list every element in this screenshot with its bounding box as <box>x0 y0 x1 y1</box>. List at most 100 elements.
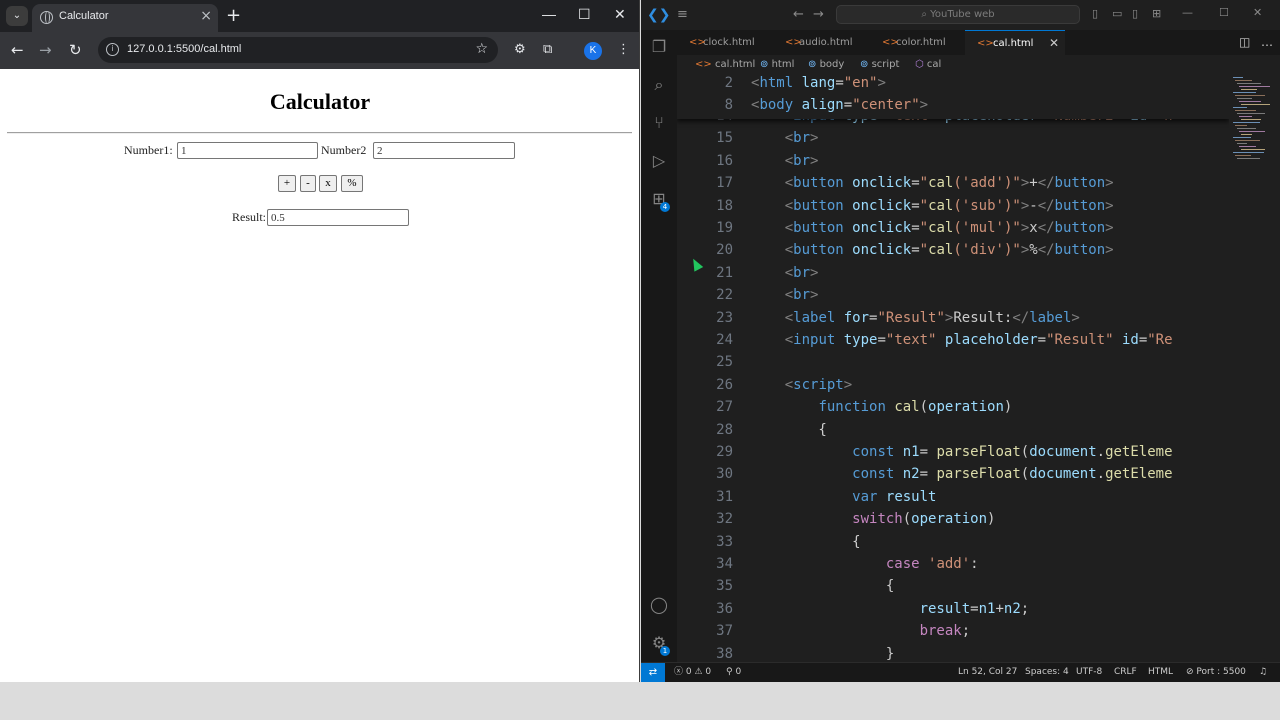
code-line[interactable]: { <box>751 534 860 550</box>
extension-gear-icon[interactable]: ⚙ <box>514 42 526 57</box>
code-line[interactable]: <script> <box>751 377 852 393</box>
menu-kebab-icon[interactable]: ⋮ <box>617 42 630 57</box>
browser-tab-title: Calculator <box>59 10 109 22</box>
breadcrumb-body[interactable]: ⊚ body <box>808 55 844 75</box>
code-line[interactable]: <html lang="en"> <box>751 75 886 91</box>
tab-color-html[interactable]: <> color.html <box>882 30 946 55</box>
vscode-logo-icon: ❮❯ <box>647 7 671 23</box>
sticky-scroll-header[interactable]: 2 <html lang="en"> 8 <body align="center"> <box>677 75 1229 119</box>
vscode-maximize-icon[interactable]: ☐ <box>1219 6 1229 19</box>
code-line[interactable]: <button onclick="cal('sub')">-</button> <box>751 198 1114 214</box>
nav-back-icon[interactable]: ← <box>793 7 804 22</box>
customize-layout-icon[interactable]: ⊞ <box>1152 7 1161 20</box>
tab-search-button[interactable]: ⌄ <box>6 6 28 26</box>
language-mode[interactable]: HTML <box>1148 663 1173 682</box>
code-line[interactable]: { <box>751 422 826 438</box>
code-line[interactable]: const n2= parseFloat(document.getEleme <box>751 466 1172 482</box>
subtract-button[interactable]: - <box>300 175 316 192</box>
code-line[interactable]: case 'add': <box>751 556 979 572</box>
maximize-icon[interactable]: ☐ <box>578 6 591 23</box>
minimap[interactable] <box>1229 75 1280 662</box>
close-window-icon[interactable]: ✕ <box>614 6 626 23</box>
new-tab-button[interactable]: + <box>226 5 241 26</box>
source-control-icon[interactable]: ⑂ <box>650 114 668 132</box>
live-server-port[interactable]: ⊘ Port : 5500 <box>1186 663 1246 682</box>
line-number: 25 <box>716 354 733 371</box>
remote-indicator-icon[interactable]: ⇄ <box>641 663 665 682</box>
back-icon[interactable]: ← <box>11 41 24 59</box>
end-of-line[interactable]: CRLF <box>1114 663 1137 682</box>
reload-icon[interactable]: ↻ <box>69 41 82 59</box>
code-line[interactable]: function cal(operation) <box>751 399 1012 415</box>
tab-audio-html[interactable]: <> audio.html <box>785 30 853 55</box>
run-debug-icon[interactable]: ▷ <box>650 152 668 170</box>
indentation[interactable]: Spaces: 4 <box>1025 663 1069 682</box>
number2-label: Number2 <box>321 143 367 157</box>
cursor-position[interactable]: Ln 52, Col 27 <box>958 663 1017 682</box>
number2-input[interactable] <box>373 142 515 159</box>
minimap-line <box>1235 95 1265 96</box>
code-line[interactable]: <br> <box>751 265 819 281</box>
toggle-secondary-sidebar-icon[interactable]: ▯ <box>1132 7 1138 20</box>
multiply-button[interactable]: x <box>319 175 337 192</box>
encoding[interactable]: UTF-8 <box>1076 663 1102 682</box>
accounts-icon[interactable]: ◯ <box>650 596 668 614</box>
breadcrumb-html[interactable]: ⊚ html <box>760 55 794 75</box>
profile-avatar[interactable]: K <box>584 42 602 60</box>
result-input[interactable] <box>267 209 409 226</box>
code-line[interactable]: <body align="center"> <box>751 97 928 113</box>
code-line[interactable]: <br> <box>751 287 819 303</box>
code-line[interactable]: result=n1+n2; <box>751 601 1030 617</box>
hamburger-menu-icon[interactable]: ≡ <box>677 7 688 22</box>
forward-icon[interactable]: → <box>39 41 52 59</box>
address-url[interactable]: 127.0.0.1:5500/cal.html <box>127 43 241 55</box>
notifications-bell-icon[interactable]: ♫ <box>1259 663 1267 682</box>
minimap-line <box>1235 140 1260 141</box>
toggle-panel-icon[interactable]: ▭ <box>1112 7 1122 20</box>
close-tab-icon[interactable]: ✕ <box>1049 31 1059 56</box>
address-bar[interactable]: i 127.0.0.1:5500/cal.html ☆ <box>98 37 498 63</box>
code-line[interactable]: switch(operation) <box>751 511 995 527</box>
code-line[interactable]: <button onclick="cal('add')">+</button> <box>751 175 1114 191</box>
more-actions-icon[interactable]: … <box>1261 35 1273 49</box>
ports-indicator[interactable]: ⚲ 0 <box>726 663 741 682</box>
code-line[interactable]: const n1= parseFloat(document.getEleme <box>751 444 1172 460</box>
close-tab-icon[interactable]: × <box>200 8 212 24</box>
code-line[interactable]: <input type="text" placeholder="Result" … <box>751 332 1173 348</box>
number1-input[interactable] <box>177 142 318 159</box>
code-line[interactable]: { <box>751 578 894 594</box>
explorer-icon[interactable]: ❐ <box>650 38 668 56</box>
html-file-icon: <> <box>882 37 899 48</box>
code-line[interactable]: } <box>751 646 894 662</box>
tab-clock-html[interactable]: <> clock.html <box>689 30 755 55</box>
command-center-search[interactable]: ⌕ YouTube web <box>836 5 1080 24</box>
code-line[interactable]: <button onclick="cal('mul')">x</button> <box>751 220 1114 236</box>
breadcrumb-file[interactable]: <> cal.html <box>695 55 755 75</box>
line-number: 34 <box>716 556 733 572</box>
extensions-puzzle-icon[interactable]: ⧉ <box>543 42 552 57</box>
tab-cal-html[interactable]: <> cal.html ✕ <box>965 30 1065 55</box>
code-line[interactable]: <br> <box>751 130 819 146</box>
code-line[interactable]: <label for="Result">Result:</label> <box>751 310 1080 326</box>
toggle-sidebar-icon[interactable]: ▯ <box>1092 7 1098 20</box>
code-line[interactable]: break; <box>751 623 971 639</box>
code-line[interactable]: <br> <box>751 153 819 169</box>
vscode-minimize-icon[interactable]: — <box>1182 6 1193 19</box>
bookmark-star-icon[interactable]: ☆ <box>475 41 488 57</box>
site-info-icon[interactable]: i <box>106 43 119 56</box>
vscode-close-icon[interactable]: ✕ <box>1253 6 1262 19</box>
breadcrumb-cal[interactable]: ⬡ cal <box>915 55 941 75</box>
nav-forward-icon[interactable]: → <box>813 7 824 22</box>
problems-indicator[interactable]: ⓧ 0 ⚠ 0 <box>674 663 711 682</box>
code-line[interactable]: var result <box>751 489 936 505</box>
search-icon[interactable]: ⌕ <box>650 76 668 94</box>
browser-tab-calculator[interactable]: Calculator × <box>32 4 218 32</box>
minimize-icon[interactable]: — <box>542 6 556 22</box>
code-line[interactable]: <button onclick="cal('div')">%</button> <box>751 242 1114 258</box>
code-editor[interactable]: 14 <input type="text" placeholder="Numbe… <box>677 75 1229 662</box>
split-editor-icon[interactable]: ◫ <box>1239 35 1250 49</box>
add-button[interactable]: + <box>278 175 296 192</box>
divide-button[interactable]: % <box>341 175 363 192</box>
line-number: 27 <box>716 399 733 416</box>
breadcrumb-script[interactable]: ⊚ script <box>860 55 899 75</box>
